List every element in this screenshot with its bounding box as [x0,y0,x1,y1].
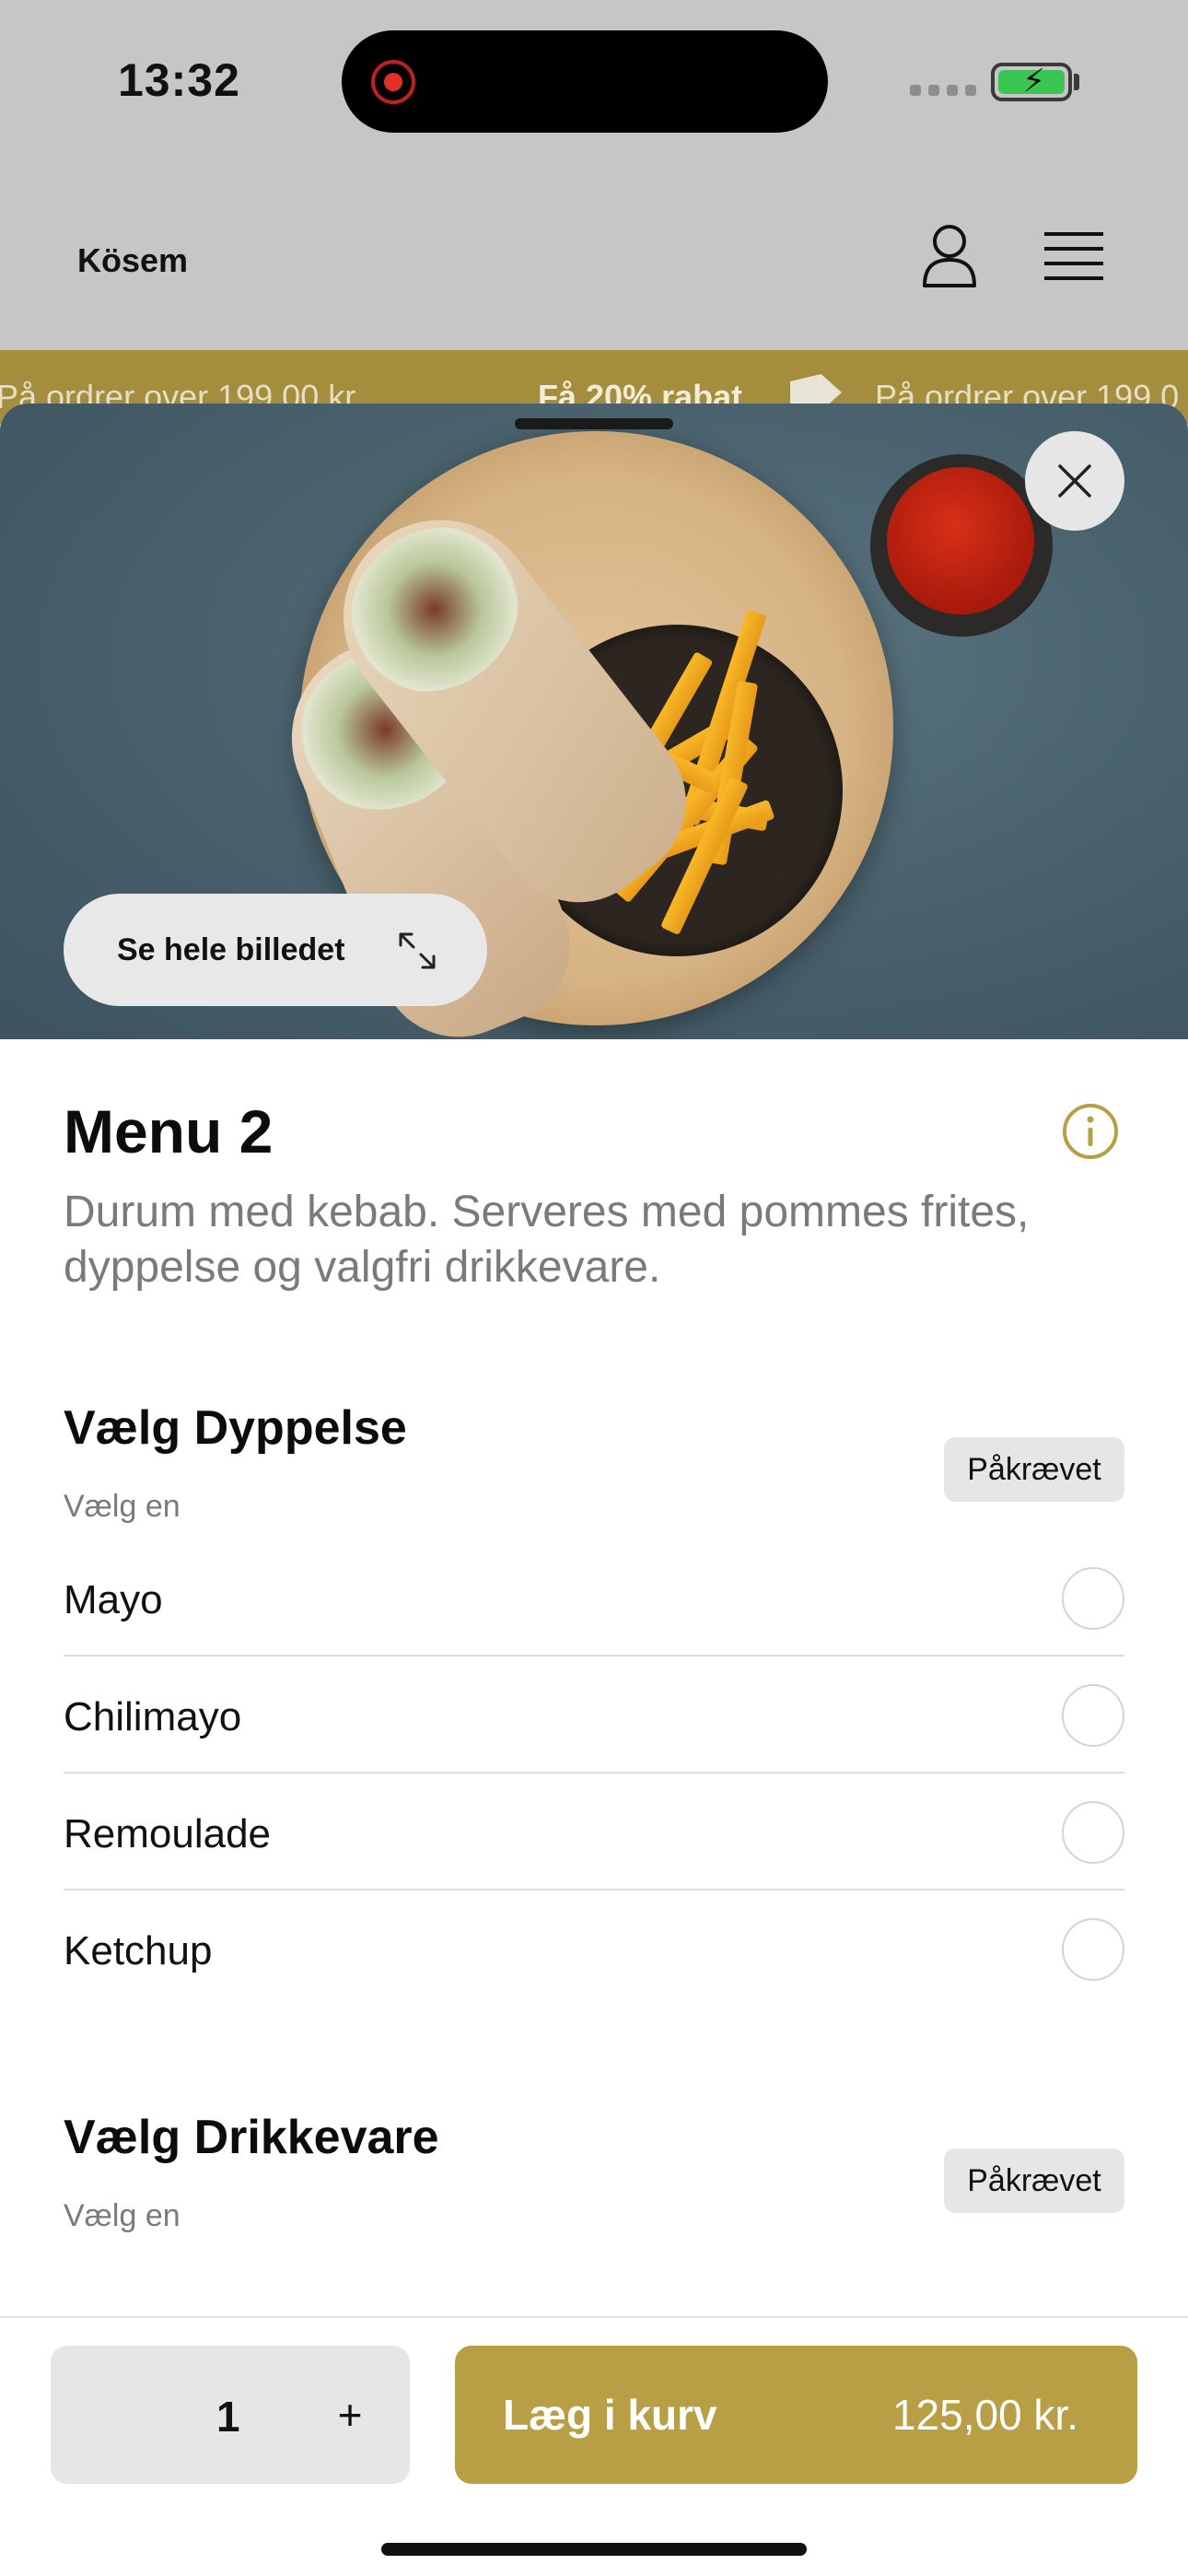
brand-name[interactable]: Kösem [77,241,188,280]
product-description: Durum med kebab. Serveres med pommes fri… [64,1188,1030,1292]
required-badge-dip: Påkrævet [944,1437,1124,1502]
quantity-value: 1 [216,2393,240,2441]
section-subtitle-dip: Vælg en [64,1489,181,1524]
increment-button[interactable]: + [318,2383,382,2447]
radio-button[interactable] [1062,1801,1124,1864]
option-label: Chilimayo [64,1694,242,1739]
add-to-cart-label: Læg i kurv [503,2391,717,2439]
signal-icon [910,85,976,96]
option-label: Mayo [64,1577,163,1622]
close-button[interactable] [1025,431,1124,531]
section-subtitle-drink: Vælg en [64,2198,181,2233]
home-indicator[interactable] [381,2543,807,2556]
close-icon [1058,464,1091,498]
battery-icon: ⚡ [991,63,1072,101]
option-row-remoulade[interactable]: Remoulade [64,1774,1124,1891]
radio-button[interactable] [1062,1567,1124,1630]
battery-cap [1074,74,1079,90]
user-icon[interactable] [921,223,978,289]
sheet-grabber[interactable] [515,418,673,429]
option-label: Remoulade [64,1811,272,1856]
price-label: 125,00 kr. [891,2391,1078,2439]
dynamic-island [342,30,828,133]
section-title-drink: Vælg Drikkevare [64,2111,439,2164]
info-icon[interactable] [1061,1102,1120,1161]
option-row-mayo[interactable]: Mayo [64,1540,1124,1657]
quantity-stepper[interactable]: 1 + [51,2346,410,2484]
bottom-action-bar: 1 + Læg i kurv 125,00 kr. [0,2316,1188,2576]
option-row-ketchup[interactable]: Ketchup [64,1891,1124,2008]
radio-button[interactable] [1062,1918,1124,1981]
recording-icon [371,60,415,104]
product-title: Menu 2 [64,1097,274,1165]
required-badge-drink: Påkrævet [944,2149,1124,2213]
option-row-chilimayo[interactable]: Chilimayo [64,1657,1124,1774]
see-full-image-label: Se hele billedet [117,931,345,967]
product-sheet: Se hele billedet Menu 2 Durum med kebab.… [0,404,1188,2576]
radio-button[interactable] [1062,1684,1124,1747]
expand-icon [399,932,436,969]
product-image[interactable]: Se hele billedet [0,404,1188,1039]
add-to-cart-button[interactable]: Læg i kurv 125,00 kr. [455,2346,1137,2484]
background-page: 13:32 ⚡ Kösem På ordrer over 199,00 kr. … [0,0,1188,424]
see-full-image-button[interactable]: Se hele billedet [64,894,487,1006]
hamburger-menu-icon[interactable] [1044,232,1103,282]
option-label: Ketchup [64,1928,213,1973]
section-title-dip: Vælg Dyppelse [64,1401,407,1455]
status-time: 13:32 [118,54,240,106]
